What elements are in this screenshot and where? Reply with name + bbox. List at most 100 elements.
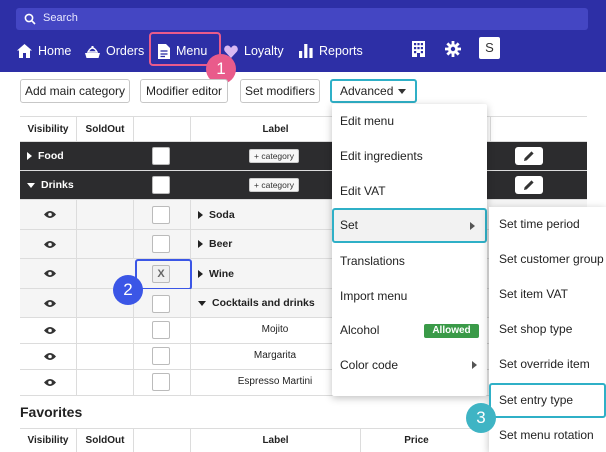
menu-item-edit-menu[interactable]: Edit menu [332, 104, 487, 139]
favorites-title: Favorites [20, 404, 83, 420]
menu-item-alcohol[interactable]: Alcohol Allowed [332, 313, 487, 348]
search-icon [24, 13, 36, 25]
eye-icon[interactable] [44, 210, 56, 219]
callout-2: 2 [113, 275, 143, 305]
fav-header-label: Label [190, 429, 360, 452]
menu-item-import-menu[interactable]: Import menu [332, 279, 487, 314]
divider [133, 318, 134, 343]
menu-item-set[interactable]: Set [332, 208, 487, 243]
fav-header-soldout: SoldOut [76, 429, 133, 452]
nav-orders[interactable]: Orders [85, 38, 144, 64]
alcohol-status-badge: Allowed [424, 324, 479, 338]
header-visibility: Visibility [27, 124, 69, 135]
modifier-editor-button[interactable]: Modifier editor [140, 79, 228, 103]
fav-header-visibility: Visibility [27, 435, 69, 446]
divider [190, 230, 191, 258]
item-checkbox[interactable] [152, 206, 170, 224]
expand-arrow-icon[interactable] [198, 240, 203, 249]
category-checkbox[interactable] [152, 147, 170, 165]
collapse-arrow-icon[interactable] [27, 182, 35, 188]
item-checkbox[interactable] [152, 347, 170, 365]
header-blank [133, 117, 190, 141]
menu-item-edit-vat[interactable]: Edit VAT [332, 174, 487, 209]
nav-orders-label: Orders [106, 44, 145, 58]
set-modifiers-button[interactable]: Set modifiers [240, 79, 320, 103]
item-checkbox[interactable] [152, 235, 170, 253]
nav-home[interactable]: Home [17, 38, 71, 64]
expand-arrow-icon[interactable] [198, 270, 203, 279]
fav-header-blank [133, 429, 190, 452]
item-checkbox[interactable] [152, 373, 170, 391]
divider [76, 289, 77, 317]
submenu-item-set-time-period[interactable]: Set time period [489, 207, 606, 242]
item-checkbox[interactable] [152, 321, 170, 339]
checkbox-highlight-frame [135, 259, 192, 290]
eye-icon[interactable] [44, 326, 56, 335]
advanced-label: Advanced [340, 84, 394, 98]
expand-arrow-icon[interactable] [198, 211, 203, 220]
submenu-item-set-customer-group[interactable]: Set customer group [489, 242, 606, 277]
expand-arrow-icon[interactable] [27, 152, 32, 161]
pencil-icon [524, 151, 534, 161]
submenu-item-set-menu-rotation[interactable]: Set menu rotation [489, 418, 606, 452]
header-soldout: SoldOut [76, 117, 133, 141]
eye-icon[interactable] [44, 352, 56, 361]
divider [76, 318, 77, 343]
collapse-arrow-icon[interactable] [198, 300, 206, 306]
nav-home-label: Home [38, 44, 72, 58]
home-icon [17, 44, 32, 58]
divider [76, 259, 77, 288]
divider [133, 200, 134, 229]
divider [76, 370, 77, 395]
header-edit-col [490, 117, 587, 141]
set-submenu: Set time period Set customer group Set i… [489, 207, 606, 452]
eye-icon[interactable] [44, 269, 56, 278]
category-checkbox[interactable] [152, 176, 170, 194]
edit-button[interactable] [515, 147, 543, 165]
submenu-arrow-icon [470, 222, 475, 230]
item-checkbox[interactable] [152, 295, 170, 313]
orders-icon [85, 45, 100, 58]
submenu-item-set-override-item[interactable]: Set override item [489, 347, 606, 382]
category-row: Food + category [20, 142, 587, 171]
eye-icon[interactable] [44, 299, 56, 308]
submenu-item-set-shop-type[interactable]: Set shop type [489, 312, 606, 347]
nav-loyalty-label: Loyalty [244, 44, 284, 58]
menu-item-alcohol-label: Alcohol [340, 323, 380, 337]
divider [76, 230, 77, 258]
eye-icon[interactable] [44, 378, 56, 387]
callout-3: 3 [466, 403, 496, 433]
edit-button[interactable] [515, 176, 543, 194]
gear-icon[interactable] [445, 41, 461, 57]
menu-item-color-code[interactable]: Color code [332, 348, 487, 383]
submenu-item-set-entry-type[interactable]: Set entry type [489, 383, 606, 418]
nav-reports[interactable]: Reports [299, 38, 363, 64]
top-header: Search Home Orders Menu Loyalty Reports … [0, 0, 606, 72]
divider [190, 200, 191, 229]
table-header-row: Visibility SoldOut Label [20, 116, 587, 142]
menu-item-color-code-label: Color code [340, 358, 399, 372]
menu-item-edit-ingredients[interactable]: Edit ingredients [332, 139, 487, 174]
divider [133, 230, 134, 258]
caret-down-icon [398, 89, 406, 94]
add-category-button[interactable]: + category [249, 149, 299, 163]
building-icon[interactable] [411, 41, 426, 57]
subcategory-label: Wine [198, 268, 234, 280]
add-main-category-button[interactable]: Add main category [20, 79, 130, 103]
pencil-icon [524, 180, 534, 190]
bar-chart-icon [299, 44, 313, 58]
advanced-dropdown-button[interactable]: Advanced [330, 79, 417, 103]
menu-item-set-label: Set [340, 218, 359, 232]
subcategory-label: Beer [198, 238, 232, 250]
search-bar[interactable]: Search [16, 8, 588, 30]
category-label-food: Food [27, 150, 64, 162]
advanced-dropdown-menu: Edit menu Edit ingredients Edit VAT Set … [332, 104, 487, 396]
submenu-arrow-icon [472, 361, 477, 369]
category-label-drinks: Drinks [27, 179, 74, 191]
submenu-item-set-item-vat[interactable]: Set item VAT [489, 277, 606, 312]
add-category-button[interactable]: + category [249, 178, 299, 192]
subcategory-label: Soda [198, 209, 235, 221]
menu-item-translations[interactable]: Translations [332, 244, 487, 279]
user-avatar[interactable]: S [479, 37, 500, 59]
eye-icon[interactable] [44, 240, 56, 249]
